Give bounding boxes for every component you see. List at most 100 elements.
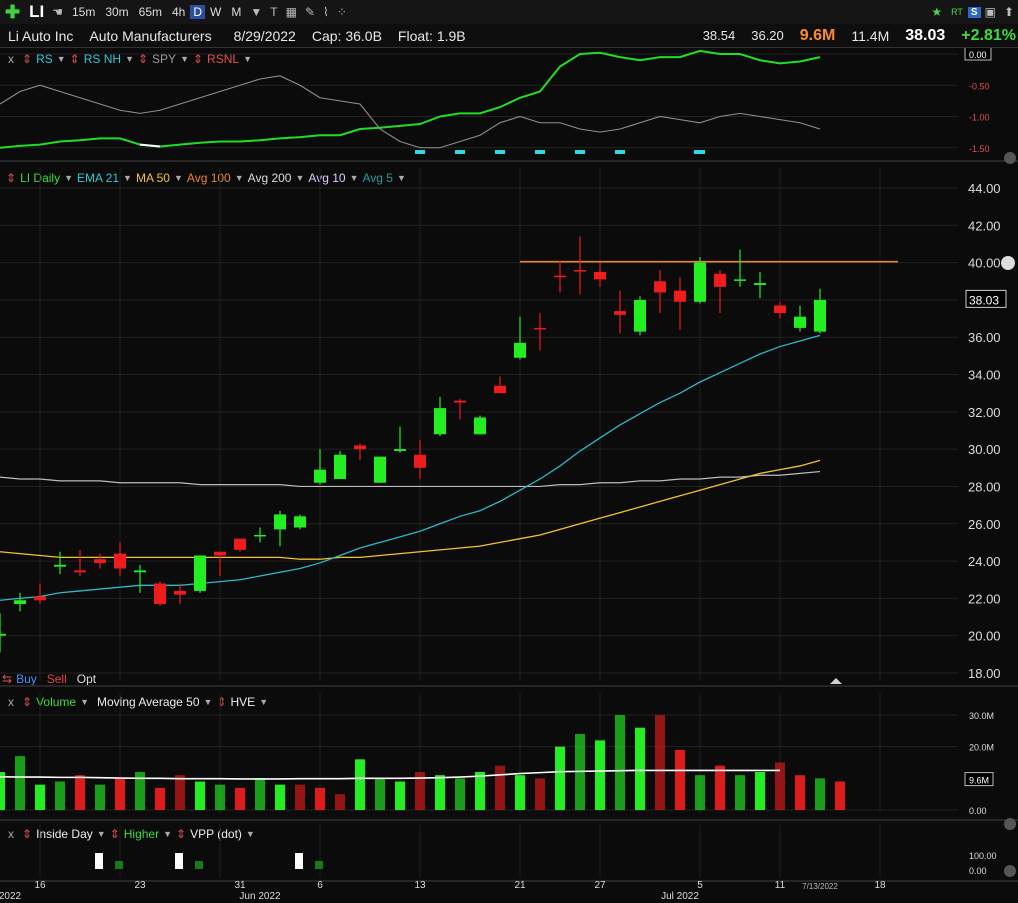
chart-canvas[interactable]: 44.0042.0040.0038.0036.0034.0032.0030.00… [0,48,1018,903]
volume-bar [455,778,465,810]
volume-axis-label: 20.0M [969,743,994,753]
volume-bar [395,781,405,810]
star-icon[interactable]: ★ [927,5,946,19]
volume-bar [695,775,705,810]
rs-axis-label: -0.50 [969,81,990,91]
candle-body [794,316,806,328]
volume-bar [255,778,265,810]
volume-bar [515,775,525,810]
volume-bar [115,778,125,810]
timeframe-30m[interactable]: 30m [100,5,133,19]
volume-bar [235,787,245,810]
volume-axis-label: 30.0M [969,711,994,721]
volume-bar [355,759,365,810]
x-axis-tick: 16 [34,880,46,891]
candle-body [154,583,166,604]
ma50-line [0,459,821,560]
volume-bar [195,781,205,810]
candle-body [314,469,326,483]
volume-bar [495,765,505,810]
add-icon[interactable]: ✚ [0,2,25,23]
candle-body [114,553,126,569]
candle-body [734,279,746,281]
timeframe-dropdown-icon[interactable]: ▼ [246,5,266,19]
inside-day-panel [95,853,323,869]
realtime-label[interactable]: RT [946,7,968,17]
candle-body [574,270,586,272]
inside-axis-label: 100.00 [969,851,997,861]
candle-body [234,538,246,550]
candle-body [374,456,386,483]
candle-body [354,445,366,450]
candle-body [814,299,826,332]
save-icon[interactable]: ▣ [981,5,1000,19]
candle-body [194,555,206,591]
candle-body [14,600,26,604]
x-axis-tick: 27 [594,880,606,891]
rs-new-high-marker [615,150,625,154]
x-axis-tick: 21 [514,880,526,891]
panel-separator [0,880,1018,882]
timeframe-15m[interactable]: 15m [67,5,100,19]
timeframe-daily[interactable]: D [190,5,206,19]
inside-scroll-icon [1004,865,1016,877]
text-tool-icon[interactable]: T [266,5,281,19]
higher-marker [115,861,123,869]
x-axis-tick: 13 [414,880,426,891]
volume-bar [795,775,805,810]
rs-highlight-segment [139,143,161,148]
grid-lines [0,53,1018,882]
candle-body [614,311,626,315]
timeframe-4h[interactable]: 4h [167,5,190,19]
volume-bar [15,756,25,810]
candle-body [694,262,706,302]
volume-bar [35,784,45,810]
volume-bar [75,775,85,810]
timeframe-monthly[interactable]: M [226,5,246,19]
x-axis-tick: 31 [234,880,246,891]
candle-body [294,516,306,528]
x-axis-tick: 11 [775,880,786,891]
pencil-icon[interactable]: ✎ [301,5,319,19]
candle-body [594,271,606,280]
volume-bar [175,775,185,810]
company-name: Li Auto Inc [8,27,74,44]
price-axis-label: 30.00 [968,442,1001,457]
draw-icon[interactable]: ⌇ [319,5,333,19]
timeframe-65m[interactable]: 65m [134,5,167,19]
change-percent: +2.81% [961,26,1016,44]
candle-body [54,564,66,567]
settings-dots-icon[interactable]: ⁘ [333,5,351,19]
price-panel [0,236,898,653]
grid-icon[interactable]: ▦ [282,5,301,19]
inside-day-marker [95,853,103,869]
volume-axis-label: 0.00 [969,806,987,816]
avg-volume: 11.4M [851,27,890,44]
up-arrow-icon[interactable]: ⬆ [1000,5,1018,19]
candle-body [474,417,486,435]
low-value: 36.20 [751,28,784,43]
panel-separator [0,819,1018,821]
candle-body [34,596,46,601]
scroll-up-triangle [830,678,842,684]
panel-separator [0,685,1018,687]
s-button[interactable]: S [967,6,981,18]
rs-scroll-icon [1004,152,1016,164]
inside-axis-label: 0.00 [969,866,987,876]
x-axis-month: Jul 2022 [661,891,699,902]
hand-icon[interactable]: ☚ [48,5,67,19]
higher-marker [195,861,203,869]
palette-icon [1001,256,1015,270]
market-cap: Cap: 36.0B [311,27,382,44]
timeframe-weekly[interactable]: W [205,5,226,19]
price-axis-label: 22.00 [968,591,1001,606]
volume-bar [615,715,625,810]
symbol-label[interactable]: LI [25,2,48,22]
volume-bar [95,784,105,810]
price-axis-label: 40.00 [968,256,1001,271]
inside-day-marker [295,853,303,869]
rs-panel [0,49,821,154]
candle-body [494,385,506,394]
candle-body [514,342,526,358]
price-axis-label: 18.00 [968,666,1001,681]
